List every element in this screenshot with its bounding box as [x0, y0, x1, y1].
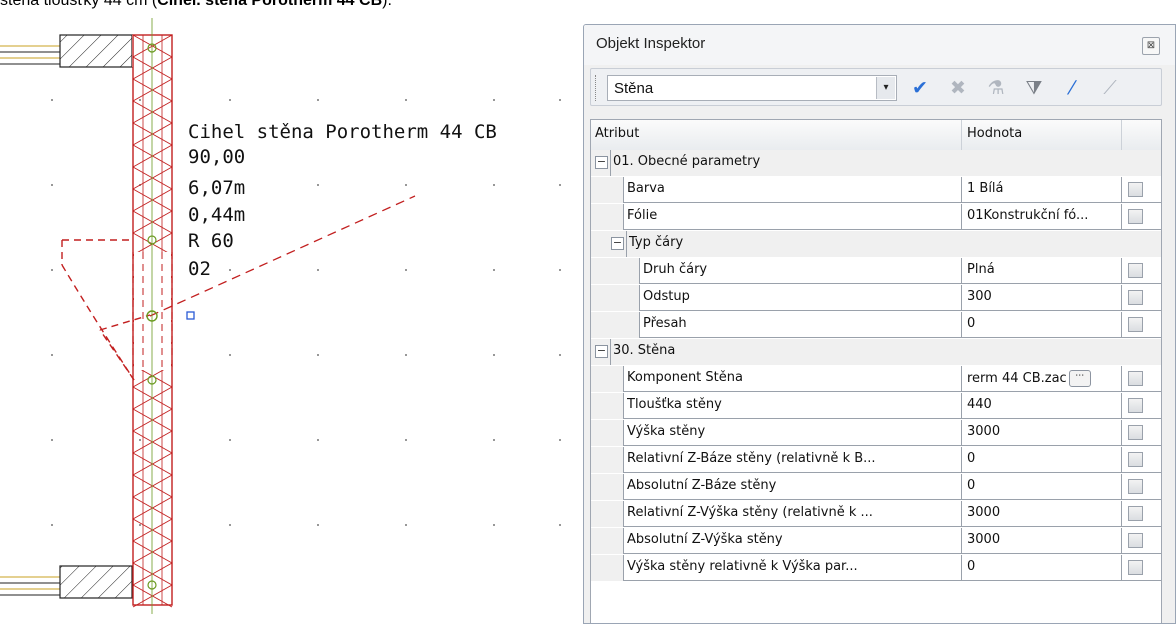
attribute-row[interactable]: Komponent Stěna rerm 44 CB.zac ⋯: [591, 366, 1161, 392]
cad-label-thickness: 0,44m: [188, 204, 245, 226]
cad-label-fire-rating: R 60: [188, 230, 234, 252]
attribute-label: Tloušťka stěny: [627, 397, 722, 412]
inspector-titlebar: Objekt Inspektor ⊠: [584, 25, 1175, 65]
pipette-icon[interactable]: ⚗: [983, 75, 1009, 101]
attribute-checkbox[interactable]: [1128, 560, 1143, 575]
cancel-icon[interactable]: ✖: [945, 75, 971, 101]
cad-label-angle: 90,00: [188, 146, 245, 168]
cad-label-layer: 02: [188, 258, 211, 280]
attribute-checkbox[interactable]: [1128, 533, 1143, 548]
cad-label-name: Cihel stěna Porotherm 44 CB: [188, 121, 497, 143]
attribute-label: Komponent Stěna: [627, 370, 743, 385]
attribute-grid: Atribut Hodnota −01. Obecné parametry Bar…: [590, 119, 1162, 623]
chevron-down-icon[interactable]: ▾: [876, 77, 895, 99]
attribute-label: Relativní Z-Báze stěny (relativně k B...: [627, 451, 876, 466]
attribute-row[interactable]: Výška stěny 3000: [591, 420, 1161, 446]
attribute-row[interactable]: Absolutní Z-Výška stěny 3000: [591, 528, 1161, 554]
attribute-label: Výška stěny: [627, 424, 706, 439]
attribute-row[interactable]: Odstup 300: [591, 285, 1161, 311]
attribute-label: Relativní Z-Výška stěny (relativně k ...: [627, 505, 873, 520]
object-type-select[interactable]: Stěna ▾: [607, 75, 897, 101]
attribute-label: Druh čáry: [643, 262, 708, 277]
group-header[interactable]: −01. Obecné parametry: [591, 150, 1161, 176]
attribute-row[interactable]: Relativní Z-Výška stěny (relativně k ...…: [591, 501, 1161, 527]
attribute-checkbox[interactable]: [1128, 506, 1143, 521]
attribute-checkbox[interactable]: [1128, 317, 1143, 332]
attribute-checkbox[interactable]: [1128, 425, 1143, 440]
attribute-row[interactable]: Výška stěny relativně k Výška par... 0: [591, 555, 1161, 581]
attribute-checkbox[interactable]: [1128, 479, 1143, 494]
close-icon[interactable]: ⊠: [1142, 37, 1160, 55]
attribute-value[interactable]: 01Konstrukční fó...: [967, 208, 1099, 223]
collapse-toggle-icon[interactable]: −: [595, 156, 608, 169]
attribute-checkbox[interactable]: [1128, 371, 1143, 386]
side-wall-bottom: [0, 565, 133, 599]
attribute-value[interactable]: 0: [967, 478, 1099, 493]
collapse-toggle-icon[interactable]: −: [595, 345, 608, 358]
column-header-attribute[interactable]: Atribut: [595, 126, 639, 141]
collapse-toggle-icon[interactable]: −: [611, 237, 624, 250]
attribute-row[interactable]: Přesah 0: [591, 312, 1161, 338]
attribute-row[interactable]: Fólie 01Konstrukční fó...: [591, 204, 1161, 230]
attribute-row[interactable]: Tloušťka stěny 440: [591, 393, 1161, 419]
attribute-label: Barva: [627, 181, 665, 196]
attribute-value[interactable]: 1 Bílá: [967, 181, 1099, 196]
group-label: 30. Stěna: [613, 343, 676, 358]
browse-ellipsis-icon[interactable]: ⋯: [1068, 370, 1091, 387]
filter-icon[interactable]: ⧩: [1021, 75, 1047, 101]
attribute-label: Přesah: [643, 316, 687, 331]
side-wall-top: [0, 34, 172, 68]
inspector-title: Objekt Inspektor: [596, 35, 706, 52]
grid-dots: [51, 99, 561, 526]
group-label: Typ čáry: [629, 235, 684, 250]
attribute-value[interactable]: 3000: [967, 505, 1099, 520]
grid-header: Atribut Hodnota: [591, 120, 1161, 151]
attribute-row[interactable]: Absolutní Z-Báze stěny 0: [591, 474, 1161, 500]
attribute-value[interactable]: 0: [967, 451, 1099, 466]
attribute-row[interactable]: Barva 1 Bílá: [591, 177, 1161, 203]
attribute-row[interactable]: Druh čáry Plná: [591, 258, 1161, 284]
wall-label-group: Cihel stěna Porotherm 44 CB 90,00 6,07m …: [188, 121, 497, 280]
attribute-checkbox[interactable]: [1128, 452, 1143, 467]
attribute-checkbox[interactable]: [1128, 398, 1143, 413]
column-header-value[interactable]: Hodnota: [967, 126, 1022, 141]
attribute-value[interactable]: 0: [967, 316, 1099, 331]
attribute-checkbox[interactable]: [1128, 182, 1143, 197]
attribute-label: Odstup: [643, 289, 690, 304]
attribute-label: Absolutní Z-Výška stěny: [627, 532, 783, 547]
group-header[interactable]: −30. Stěna: [591, 339, 1161, 365]
attribute-checkbox[interactable]: [1128, 290, 1143, 305]
inspector-toolbar: Stěna ▾ ✔ ✖ ⚗ ⧩ ⁄ ⟋: [590, 68, 1162, 106]
attribute-row[interactable]: Relativní Z-Báze stěny (relativně k B...…: [591, 447, 1161, 473]
cad-label-length: 6,07m: [188, 177, 245, 199]
apply-check-icon[interactable]: ✔: [907, 75, 933, 101]
attribute-value[interactable]: rerm 44 CB.zac ⋯: [967, 370, 1099, 387]
pick-attribute-icon[interactable]: ⁄: [1059, 75, 1085, 101]
attribute-label: Absolutní Z-Báze stěny: [627, 478, 777, 493]
attribute-value[interactable]: 3000: [967, 532, 1099, 547]
attribute-value[interactable]: 440: [967, 397, 1099, 412]
toolbar-grip-icon[interactable]: [595, 75, 599, 101]
attribute-value[interactable]: Plná: [967, 262, 1099, 277]
attribute-value[interactable]: 0: [967, 559, 1099, 574]
attribute-label: Výška stěny relativně k Výška par...: [627, 559, 858, 574]
attribute-value[interactable]: 3000: [967, 424, 1099, 439]
grip-handle-icon[interactable]: [186, 311, 195, 320]
group-header[interactable]: − Typ čáry: [591, 231, 1161, 257]
attribute-checkbox[interactable]: [1128, 209, 1143, 224]
attribute-value[interactable]: 300: [967, 289, 1099, 304]
attribute-label: Fólie: [627, 208, 658, 223]
attribute-checkbox[interactable]: [1128, 263, 1143, 278]
wand-icon[interactable]: ⟋: [1097, 75, 1123, 101]
object-inspector-panel: Objekt Inspektor ⊠ Stěna ▾ ✔ ✖ ⚗ ⧩ ⁄ ⟋ Atribu…: [583, 24, 1176, 624]
group-label: 01. Obecné parametry: [613, 154, 761, 169]
cad-drawing-canvas[interactable]: Cihel stěna Porotherm 44 CB 90,00 6,07m …: [0, 0, 583, 614]
object-type-value: Stěna: [614, 80, 654, 97]
